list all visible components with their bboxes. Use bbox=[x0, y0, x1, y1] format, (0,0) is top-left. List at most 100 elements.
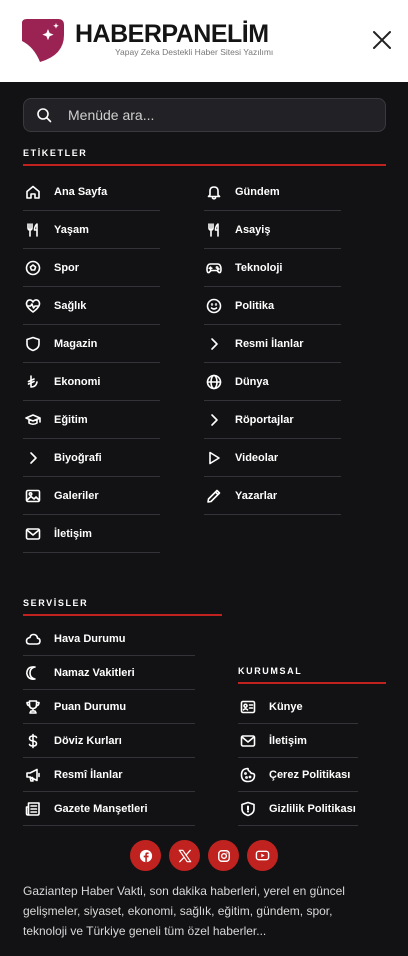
brand-name: HABERPANELİM bbox=[75, 20, 269, 48]
tag-item-spor[interactable]: Spor bbox=[23, 249, 160, 287]
tag-label: Gündem bbox=[235, 185, 280, 198]
home-icon bbox=[26, 185, 40, 199]
chevron-right-icon bbox=[211, 338, 218, 350]
close-icon[interactable] bbox=[372, 30, 392, 50]
tag-label: Spor bbox=[54, 261, 80, 274]
fork-knife-icon bbox=[208, 223, 219, 237]
service-label: Puan Durumu bbox=[54, 700, 127, 713]
tag-item-asayis[interactable]: Asayiş bbox=[204, 211, 341, 249]
tag-item-egitim[interactable]: Eğitim bbox=[23, 401, 160, 439]
image-icon bbox=[25, 489, 41, 503]
shield-check-icon bbox=[241, 801, 255, 817]
tag-label: Politika bbox=[235, 299, 275, 312]
service-item-hava-durumu[interactable]: Hava Durumu bbox=[23, 622, 195, 656]
newspaper-icon bbox=[25, 802, 40, 816]
section-title-etiketler: ETİKETLER bbox=[23, 148, 88, 158]
tag-item-dunya[interactable]: Dünya bbox=[204, 363, 341, 401]
bell-icon bbox=[207, 186, 221, 200]
facebook-button[interactable] bbox=[130, 840, 161, 871]
tag-label: Dünya bbox=[235, 375, 269, 388]
logo-icon bbox=[22, 19, 64, 62]
youtube-icon bbox=[255, 850, 270, 861]
tag-label: Eğitim bbox=[54, 413, 88, 426]
service-item-doviz-kurlari[interactable]: Döviz Kurları bbox=[23, 724, 195, 758]
tag-label: Teknoloji bbox=[235, 261, 283, 274]
play-icon bbox=[209, 451, 220, 465]
service-item-puan-durumu[interactable]: Puan Durumu bbox=[23, 690, 195, 724]
tag-label: Ana Sayfa bbox=[54, 185, 108, 198]
cloud-icon bbox=[25, 633, 41, 645]
smile-icon bbox=[206, 298, 222, 314]
instagram-icon bbox=[217, 849, 230, 862]
tag-label: Videolar bbox=[235, 451, 279, 464]
tag-item-biyografi[interactable]: Biyoğrafi bbox=[23, 439, 160, 477]
mail-icon bbox=[240, 735, 256, 747]
tag-label: Ekonomi bbox=[54, 375, 101, 388]
corporate-label: Çerez Politikası bbox=[269, 768, 351, 781]
tag-item-yazarlar[interactable]: Yazarlar bbox=[204, 477, 341, 515]
heart-pulse-icon bbox=[25, 299, 41, 313]
id-card-icon bbox=[240, 700, 256, 714]
tag-label: Magazin bbox=[54, 337, 98, 350]
mail-icon bbox=[25, 528, 41, 540]
corporate-item-gizlilik-politikasi[interactable]: Gizlilik Politikası bbox=[238, 792, 358, 826]
fork-knife-icon bbox=[27, 223, 38, 237]
section-title-servisler: SERVİSLER bbox=[23, 598, 89, 608]
moon-icon bbox=[26, 666, 36, 680]
service-item-resmi-ilanlar[interactable]: Resmî İlanlar bbox=[23, 758, 195, 792]
graduation-cap-icon bbox=[25, 414, 41, 426]
tag-label: İletişim bbox=[54, 527, 92, 540]
tag-item-roportajlar[interactable]: Röportajlar bbox=[204, 401, 341, 439]
corporate-item-kunye[interactable]: Künye bbox=[238, 690, 358, 724]
globe-icon bbox=[206, 374, 222, 390]
facebook-icon bbox=[139, 849, 152, 862]
corporate-label: Gizlilik Politikası bbox=[269, 802, 356, 815]
tag-item-gundem[interactable]: Gündem bbox=[204, 173, 341, 211]
service-label: Döviz Kurları bbox=[54, 734, 122, 747]
site-description: Gaziantep Haber Vakti, son dakika haberl… bbox=[23, 884, 345, 938]
lira-icon bbox=[27, 375, 38, 388]
section-title-kurumsal: KURUMSAL bbox=[238, 666, 303, 676]
tag-item-politika[interactable]: Politika bbox=[204, 287, 341, 325]
section-divider bbox=[23, 164, 386, 166]
x-button[interactable] bbox=[169, 840, 200, 871]
tag-item-videolar[interactable]: Videolar bbox=[204, 439, 341, 477]
tag-item-ekonomi[interactable]: Ekonomi bbox=[23, 363, 160, 401]
tag-item-galeriler[interactable]: Galeriler bbox=[23, 477, 160, 515]
megaphone-icon bbox=[26, 768, 40, 782]
trophy-icon bbox=[26, 700, 40, 714]
service-item-gazete-mansetleri[interactable]: Gazete Manşetleri bbox=[23, 792, 195, 826]
menu-header: HABERPANELİM Yapay Zeka Destekli Haber S… bbox=[0, 0, 408, 82]
cookie-icon bbox=[240, 767, 256, 783]
tag-label: Sağlık bbox=[54, 299, 87, 312]
tag-label: Biyoğrafi bbox=[54, 451, 102, 464]
tag-item-iletisim[interactable]: İletişim bbox=[23, 515, 160, 553]
section-divider bbox=[238, 682, 386, 684]
pencil-icon bbox=[207, 489, 221, 503]
tag-label: Yaşam bbox=[54, 223, 89, 236]
chevron-right-icon bbox=[30, 452, 37, 464]
service-label: Gazete Manşetleri bbox=[54, 802, 148, 815]
chevron-right-icon bbox=[211, 414, 218, 426]
tag-item-teknoloji[interactable]: Teknoloji bbox=[204, 249, 341, 287]
tag-item-yasam[interactable]: Yaşam bbox=[23, 211, 160, 249]
search-input[interactable] bbox=[68, 99, 368, 131]
tag-item-resmi-ilanlar[interactable]: Resmi İlanlar bbox=[204, 325, 341, 363]
service-label: Namaz Vakitleri bbox=[54, 666, 135, 679]
shield-icon bbox=[26, 336, 40, 352]
corporate-label: Künye bbox=[269, 700, 303, 713]
tag-label: Resmi İlanlar bbox=[235, 337, 304, 350]
tag-item-ana-sayfa[interactable]: Ana Sayfa bbox=[23, 173, 160, 211]
service-item-namaz-vakitleri[interactable]: Namaz Vakitleri bbox=[23, 656, 195, 690]
instagram-button[interactable] bbox=[208, 840, 239, 871]
tag-item-saglik[interactable]: Sağlık bbox=[23, 287, 160, 325]
corporate-item-iletisim[interactable]: İletişim bbox=[238, 724, 358, 758]
corporate-item-cerez-politikasi[interactable]: Çerez Politikası bbox=[238, 758, 358, 792]
brand-tagline: Yapay Zeka Destekli Haber Sitesi Yazılım… bbox=[115, 47, 274, 57]
tag-label: Asayiş bbox=[235, 223, 271, 236]
youtube-button[interactable] bbox=[247, 840, 278, 871]
menu-search[interactable] bbox=[23, 98, 386, 132]
tag-item-magazin[interactable]: Magazin bbox=[23, 325, 160, 363]
dollar-icon bbox=[28, 733, 38, 749]
corporate-label: İletişim bbox=[269, 734, 307, 747]
